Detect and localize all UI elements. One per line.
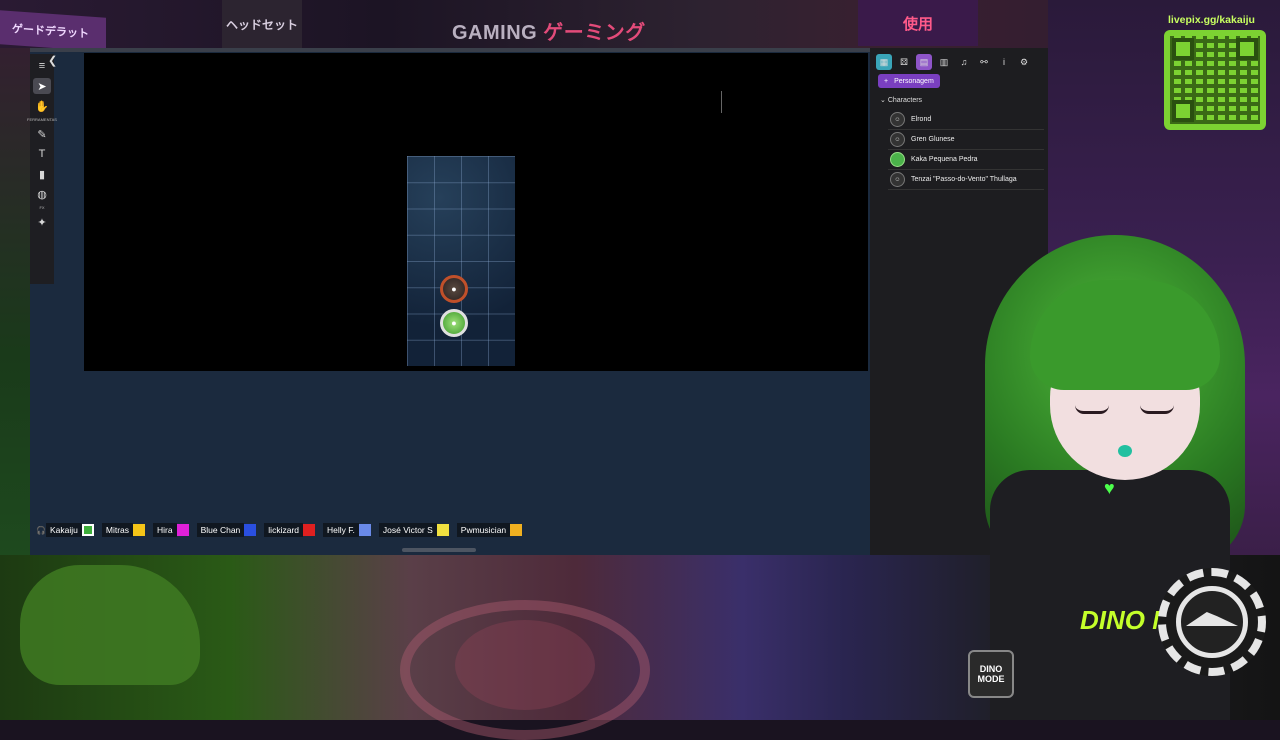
info-icon[interactable]: i [996,54,1012,70]
qr-finder [1172,38,1194,60]
character-list-item[interactable]: ☺ Elrond [888,110,1044,130]
audio-icon[interactable]: ♫ [956,54,972,70]
player-color-swatch[interactable] [133,524,145,536]
player-name: Helly F. [323,523,359,537]
player-name: Kakaiju [45,523,82,537]
select-pointer-icon[interactable]: ➤ [33,78,51,94]
player-color-swatch[interactable] [81,524,94,536]
text-cursor [721,91,722,113]
dice-icon[interactable]: ⚄ [896,54,912,70]
livepix-url: livepix.gg/kakaiju [1168,14,1255,26]
players-bar: 🎧 Kakaiju Mitras Hira Blue Chan lickizard Hell… [36,523,530,537]
eraser-icon[interactable]: ▮ [33,166,51,182]
text-icon[interactable]: T [33,146,51,162]
library-icon[interactable]: ▥ [936,54,952,70]
tools-toolbar: ≡ ➤ ✋ FERRAMENTAS ✎ T ▮ ◍ FX ✦ [27,54,57,284]
background-gaming-sign: GAMING ゲーミング [452,16,646,44]
character-avatar-icon: ☺ [890,172,905,187]
map-icon[interactable]: ▦ [876,54,892,70]
player-entry[interactable]: Blue Chan [196,523,257,537]
avatar-eye-left [1075,405,1109,414]
player-color-swatch[interactable] [436,524,449,536]
add-character-label: Personagem [894,77,934,85]
player-name: Mitras [101,523,133,537]
characters-folder[interactable]: ⌄ Characters [880,96,922,104]
player-name: Pwmusician [456,523,511,537]
gaming-sign-jp: ゲーミング [543,22,646,44]
sidebar-tabs: ▦ ⚄ ▤ ▥ ♫ ⚯ i ⚙ [876,54,1032,70]
horizontal-scrollbar[interactable] [402,548,476,552]
player-entry[interactable]: Helly F. [323,523,371,537]
draw-brush-icon[interactable]: ✎ [33,126,51,142]
character-name: Elrond [911,116,932,123]
character-name: Gren Glunese [911,136,955,143]
qr-finder [1172,100,1194,122]
pan-hand-icon[interactable]: ✋ [33,98,51,114]
qr-finder [1236,38,1258,60]
player-entry[interactable]: 🎧 Kakaiju [36,523,94,537]
player-color-swatch[interactable] [510,524,523,536]
character-list-item[interactable]: ☺ Tenzai "Passo-do-Vento" Thullaga [888,170,1044,190]
dino-mode-badge: DINO MODE [968,650,1014,698]
add-character-button[interactable]: + Personagem [878,74,940,88]
character-sheet-icon[interactable]: ▤ [916,54,932,70]
map-canvas[interactable]: ● ● ◉ 87 + − ⊕ ≡ [84,53,920,371]
collapse-toolbar-icon[interactable]: ❮ [48,54,57,67]
character-token-elrond[interactable]: ● [440,275,468,303]
tools-label: FERRAMENTAS [27,117,57,122]
folder-chevron-icon: ⌄ [880,97,888,104]
background-sign: 使用 [858,0,978,46]
fx-label: FX [39,205,45,210]
vtuber-avatar-bangs [1030,280,1220,390]
stream-background-left [0,48,30,558]
player-color-swatch[interactable] [358,524,371,536]
character-name: Tenzai "Passo-do-Vento" Thullaga [911,176,1017,183]
player-name: lickizard [264,523,303,537]
floor-emblem-inner [455,620,595,710]
player-entry[interactable]: Hira [153,523,189,537]
plus-icon: + [884,77,889,85]
character-avatar-icon [890,152,905,167]
fx-icon[interactable]: ◍ [33,186,51,202]
background-sign: ヘッドセット [222,0,302,48]
player-entry[interactable]: lickizard [264,523,315,537]
character-avatar-icon: ☺ [890,132,905,147]
player-entry[interactable]: José Victor S [378,523,449,537]
character-name: Kaka Pequena Pedra [911,156,978,163]
characters-section-title: Characters [887,97,923,104]
vtt-app-window: ≡ ➤ ✋ FERRAMENTAS ✎ T ▮ ◍ FX ✦ ❮ ● ● ◉ 8… [27,48,1048,555]
player-color-swatch[interactable] [303,524,315,536]
player-entry[interactable]: Mitras [101,523,145,537]
player-name: José Victor S [378,523,437,537]
network-icon[interactable]: ⚯ [976,54,992,70]
headset-icon: 🎧 [36,525,46,535]
wand-icon[interactable]: ✦ [33,214,51,230]
character-list: ☺ Elrond ☺ Gren Glunese Kaka Pequena Pedra ☺ T… [888,110,1044,190]
gaming-sign-en: GAMING [452,22,538,44]
player-entry[interactable]: Pwmusician [456,523,523,537]
character-list-item[interactable]: ☺ Gren Glunese [888,130,1044,150]
player-color-swatch[interactable] [176,524,189,536]
avatar-eye-right [1140,405,1174,414]
player-name: Hira [153,523,177,537]
player-color-swatch[interactable] [244,524,257,536]
character-token-kaka[interactable]: ● [440,309,468,337]
character-avatar-icon: ☺ [890,112,905,127]
settings-gear-icon[interactable]: ⚙ [1016,54,1032,70]
avatar-mouth [1118,445,1132,457]
player-name: Blue Chan [196,523,245,537]
character-list-item[interactable]: Kaka Pequena Pedra [888,150,1044,170]
heart-choker-icon: ♥ [1104,478,1115,498]
